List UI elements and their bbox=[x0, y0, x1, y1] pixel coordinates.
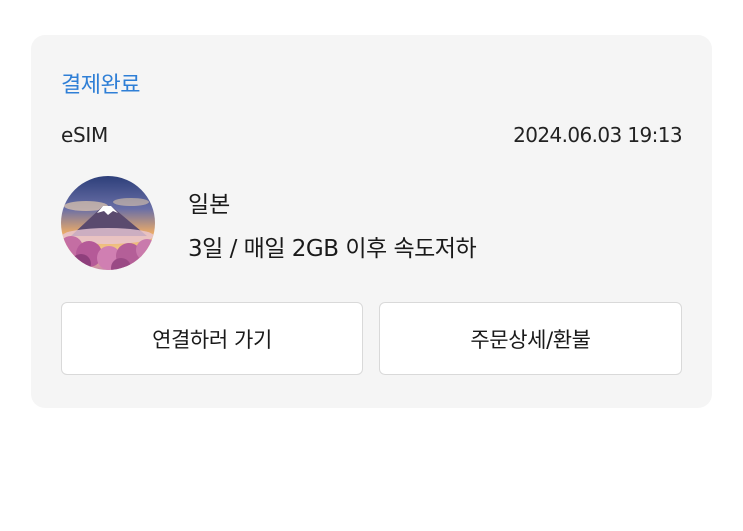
plan-country: 일본 bbox=[188, 192, 231, 218]
order-date: 2024.06.03 19:13 bbox=[513, 123, 683, 147]
order-detail-refund-button[interactable]: 주문상세/환불 bbox=[379, 302, 682, 375]
connect-button[interactable]: 연결하러 가기 bbox=[61, 302, 363, 375]
product-type: eSIM bbox=[61, 123, 108, 147]
mount-fuji-image bbox=[61, 176, 155, 270]
order-status: 결제완료 bbox=[61, 73, 140, 98]
order-card: 결제완료 eSIM 2024.06.03 19:13 일본 3일 / 매일 2G… bbox=[31, 35, 712, 408]
plan-description: 3일 / 매일 2GB 이후 속도저하 bbox=[188, 236, 477, 262]
